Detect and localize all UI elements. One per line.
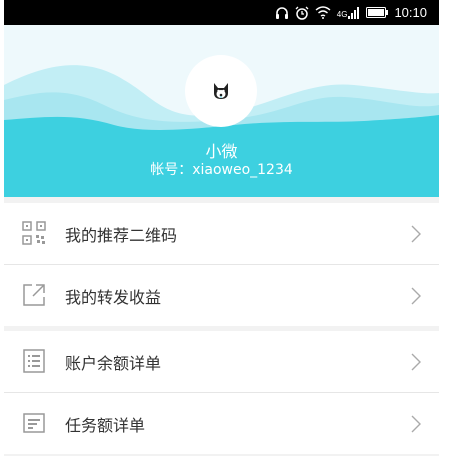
document-icon [23, 413, 45, 433]
chevron-right-icon [411, 287, 421, 305]
menu-group-2: 账户余额详单 任务额详单 [4, 331, 439, 454]
network-label: 4G [336, 9, 348, 19]
menu-item-task-details[interactable]: 任务额详单 [4, 393, 439, 454]
headset-icon [275, 6, 289, 20]
status-icons: 4G 10:10 [275, 0, 427, 25]
chevron-right-icon [411, 415, 421, 433]
profile-header: 小微 帐号：xiaoweo_1234 [4, 25, 439, 197]
chevron-right-icon [411, 225, 421, 243]
alarm-icon [295, 6, 309, 20]
app-frame: 4G 10:10 小微 帐号：xiaoweo_1234 我的推荐二维码 我的转发… [4, 0, 439, 456]
menu-item-label: 账户余额详单 [65, 353, 162, 373]
menu-group-1: 我的推荐二维码 我的转发收益 [4, 203, 439, 326]
clock-time: 10:10 [394, 5, 427, 20]
wifi-icon [315, 6, 331, 19]
avatar[interactable] [185, 55, 257, 127]
signal-icon: 4G [336, 6, 361, 19]
menu-item-qrcode[interactable]: 我的推荐二维码 [4, 203, 439, 265]
chevron-right-icon [411, 353, 421, 371]
menu-item-balance-details[interactable]: 账户余额详单 [4, 331, 439, 393]
menu-item-share-earnings[interactable]: 我的转发收益 [4, 265, 439, 326]
list-icon [23, 349, 45, 373]
menu-item-label: 我的转发收益 [65, 287, 162, 307]
menu-item-label: 任务额详单 [65, 415, 146, 435]
battery-icon [366, 7, 389, 18]
menu-item-label: 我的推荐二维码 [65, 225, 178, 245]
account-id: 帐号：xiaoweo_1234 [150, 162, 293, 178]
share-icon [23, 284, 45, 306]
status-bar: 4G 10:10 [4, 0, 439, 25]
qrcode-icon [22, 221, 46, 245]
dog-mascot-icon [214, 83, 228, 99]
